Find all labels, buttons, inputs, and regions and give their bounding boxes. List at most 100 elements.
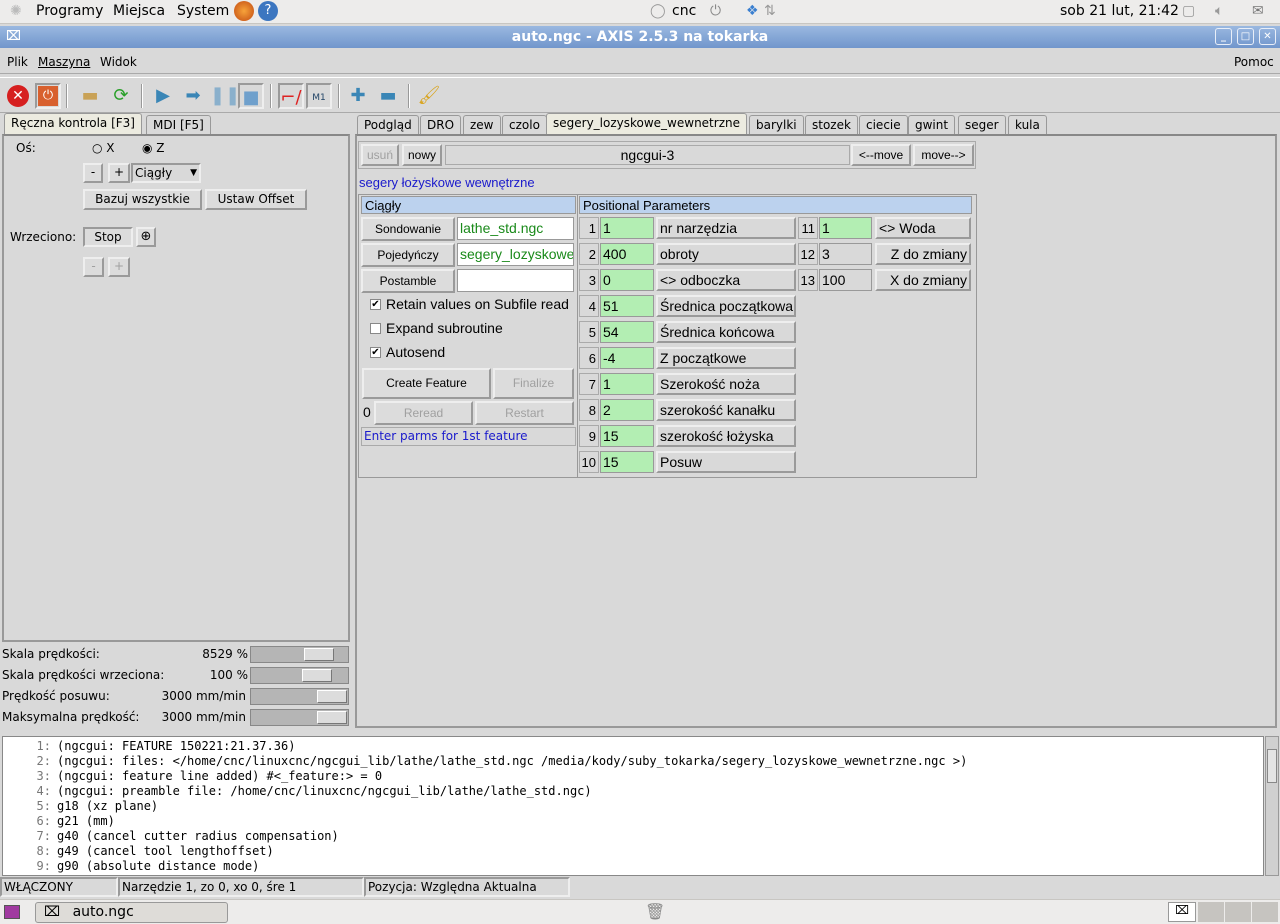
zoom-in-icon[interactable]: ✚ [345, 83, 371, 109]
move-right-button[interactable]: move--> [913, 144, 974, 166]
scrollbar-thumb[interactable] [1267, 749, 1277, 783]
tab-ciecie[interactable]: ciecie [859, 115, 908, 135]
param-value-input[interactable]: 3 [819, 243, 872, 265]
run-icon[interactable]: ▶ [150, 83, 176, 109]
minimize-button[interactable]: _ [1215, 28, 1232, 45]
preamble-file-input[interactable]: lathe_std.ngc [457, 217, 574, 240]
optional-stop-icon[interactable]: M1 [306, 83, 332, 109]
jog-minus-button[interactable]: - [83, 163, 103, 183]
override-slider[interactable] [250, 709, 349, 726]
tab-zew[interactable]: zew [463, 115, 501, 135]
tab-czolo[interactable]: czolo [502, 115, 547, 135]
retain-checkbox[interactable]: ✔ [370, 299, 381, 310]
spindle-stop-button[interactable]: Stop [83, 227, 133, 247]
power-icon[interactable]: ⏻ [35, 83, 61, 109]
override-slider[interactable] [250, 688, 349, 705]
tab-manual-control[interactable]: Ręczna kontrola [F3] [4, 113, 142, 135]
tab-gwint[interactable]: gwint [908, 115, 956, 135]
tab-podgląd[interactable]: Podgląd [357, 115, 419, 135]
gcode-line[interactable]: 6: g21 (mm) [3, 814, 1263, 829]
reload-icon[interactable]: ⟳ [108, 83, 134, 109]
param-value-input[interactable]: 15 [600, 451, 654, 473]
tab-mdi[interactable]: MDI [F5] [146, 115, 211, 135]
reread-button[interactable]: Reread [374, 401, 473, 425]
postamble-button[interactable]: Postamble [361, 269, 455, 293]
subfile-button[interactable]: Pojedyńczy [361, 243, 455, 267]
network-icon[interactable]: ⇅ [764, 3, 776, 19]
gcode-line[interactable]: 7: g40 (cancel cutter radius compensation… [3, 829, 1263, 844]
dropbox-icon[interactable]: ❖ [746, 3, 759, 19]
mail-icon[interactable]: ✉ [1252, 3, 1264, 19]
override-slider[interactable] [250, 667, 349, 684]
clear-plot-icon[interactable]: 🖌︎ [416, 83, 442, 109]
gcode-line[interactable]: 5: g18 (xz plane) [3, 799, 1263, 814]
gcode-line[interactable]: 1: (ngcgui: FEATURE 150221:21.37.36) [3, 739, 1263, 754]
move-left-button[interactable]: <--move [851, 144, 911, 166]
user-name[interactable]: cnc [672, 3, 696, 19]
spindle-faster-button[interactable]: + [108, 257, 130, 277]
param-value-input[interactable]: 1 [600, 373, 654, 395]
taskbar-window-button[interactable]: ⌧ auto.ngc [35, 902, 228, 923]
menu-widok[interactable]: Widok [100, 55, 137, 69]
clock[interactable]: sob 21 lut, 21:42 [1060, 3, 1179, 19]
block-delete-icon[interactable]: ⌐/ [278, 83, 304, 109]
trash-icon[interactable]: 🗑︎ [645, 902, 665, 921]
spindle-slower-button[interactable]: - [83, 257, 104, 277]
volume-icon[interactable]: 🔈︎ [1215, 3, 1223, 19]
gcode-line[interactable]: 8: g49 (cancel tool lengthoffset) [3, 844, 1263, 859]
chat-icon[interactable]: ◯ [650, 3, 666, 19]
restart-button[interactable]: Restart [475, 401, 574, 425]
spindle-direction-icon[interactable]: ⊕ [136, 227, 156, 247]
axis-z-radio[interactable]: ◉ Z [142, 141, 165, 155]
home-all-button[interactable]: Bazuj wszystkie [83, 189, 202, 210]
zoom-out-icon[interactable]: ▬ [375, 83, 401, 109]
slider-knob[interactable] [302, 669, 332, 682]
close-button[interactable]: ✕ [1259, 28, 1276, 45]
workspace-1[interactable]: ⌧ [1168, 902, 1196, 922]
param-value-input[interactable]: 2 [600, 399, 654, 421]
override-slider[interactable] [250, 646, 349, 663]
slider-knob[interactable] [317, 690, 347, 703]
menu-miejsca[interactable]: Miejsca [113, 3, 165, 19]
create-feature-button[interactable]: Create Feature [362, 368, 491, 399]
expand-checkbox[interactable] [370, 323, 381, 334]
param-value-input[interactable]: 51 [600, 295, 654, 317]
param-value-input[interactable]: -4 [600, 347, 654, 369]
new-button[interactable]: nowy [402, 144, 442, 166]
preamble-button[interactable]: Sondowanie [361, 217, 455, 241]
pause-icon[interactable]: ❚❚ [210, 83, 240, 109]
page-name-field[interactable]: ngcgui-3 [445, 145, 850, 165]
gcode-line[interactable]: 3: (ngcgui: feature line added) #<_featur… [3, 769, 1263, 784]
menu-programy[interactable]: Programy [36, 3, 103, 19]
set-offset-button[interactable]: Ustaw Offset [205, 189, 307, 210]
step-icon[interactable]: ➡ [180, 83, 206, 109]
gcode-line[interactable]: 4: (ngcgui: preamble file: /home/cnc/linu… [3, 784, 1263, 799]
menu-maszyna[interactable]: Maszyna [38, 55, 90, 69]
workspace-2[interactable] [1198, 902, 1224, 922]
param-value-input[interactable]: 54 [600, 321, 654, 343]
slider-knob[interactable] [317, 711, 347, 724]
param-value-input[interactable]: 0 [600, 269, 654, 291]
estop-icon[interactable]: ✕ [5, 83, 31, 109]
power-icon[interactable]: ⏻ [710, 3, 721, 19]
gcode-line[interactable]: 2: (ngcgui: files: </home/cnc/linuxcnc/ng… [3, 754, 1263, 769]
tab-segery_lozyskowe_wewnetrzne[interactable]: segery_lozyskowe_wewnetrzne [546, 113, 747, 135]
param-value-input[interactable]: 100 [819, 269, 872, 291]
tab-stozek[interactable]: stozek [805, 115, 858, 135]
subfile-input[interactable]: segery_lozyskowe_wewnetrzne.ngc [457, 243, 574, 266]
help-icon[interactable]: ? [258, 1, 278, 21]
stop-icon[interactable]: ■ [238, 83, 264, 109]
gcode-listing[interactable]: 1: (ngcgui: FEATURE 150221:21.37.36) 2: (ng… [2, 736, 1264, 876]
display-icon[interactable]: ▢ [1182, 3, 1195, 19]
workspace-4[interactable] [1252, 902, 1278, 922]
autosend-checkbox[interactable]: ✔ [370, 347, 381, 358]
menu-plik[interactable]: Plik [7, 55, 28, 69]
gcode-scrollbar[interactable] [1265, 736, 1279, 876]
param-value-input[interactable]: 1 [600, 217, 654, 239]
firefox-icon[interactable] [234, 1, 254, 21]
menu-system[interactable]: System [177, 3, 229, 19]
slider-knob[interactable] [304, 648, 334, 661]
workspace-3[interactable] [1225, 902, 1251, 922]
show-desktop-icon[interactable] [4, 905, 20, 919]
postamble-input[interactable] [457, 269, 574, 292]
